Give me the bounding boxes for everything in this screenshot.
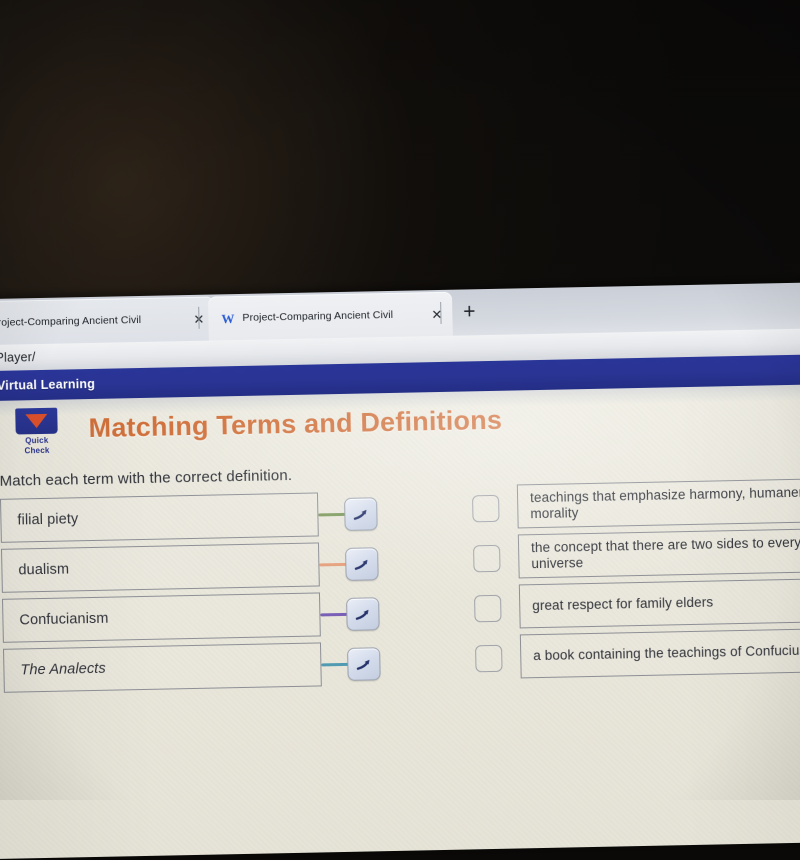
browser-tab-2[interactable]: W Project-Comparing Ancient Civil ✕	[207, 291, 453, 341]
lesson-body: Quick Check Matching Terms and Definitio…	[0, 383, 800, 860]
page-title: Matching Terms and Definitions	[88, 404, 503, 444]
arrow-up-right-icon	[354, 559, 368, 570]
down-triangle-icon	[25, 413, 48, 429]
quick-check-badge: Quick Check	[12, 407, 61, 457]
course-title: hester 1 Virtual Learning	[0, 376, 96, 394]
term-label: dualism	[18, 561, 70, 579]
instruction-text: Match each term with the correct definit…	[0, 466, 293, 490]
word-icon: W	[220, 311, 235, 326]
definition-text: great respect for family elders	[532, 594, 714, 614]
definition-row: great respect for family elders	[474, 575, 800, 633]
terms-column: filial piety dualism Confucianism The An…	[0, 490, 381, 697]
term-label: The Analects	[20, 660, 106, 679]
arrow-up-right-icon	[355, 609, 369, 620]
definition-checkbox-1[interactable]	[472, 494, 500, 523]
quick-check-label: Quick Check	[13, 436, 61, 457]
quick-check-icon-box	[15, 407, 58, 435]
definitions-column: teachings that emphasize harmony, humane…	[472, 475, 800, 683]
term-box-2[interactable]: dualism	[1, 542, 320, 593]
match-arrow-button-4[interactable]	[347, 647, 381, 681]
definition-checkbox-4[interactable]	[475, 644, 503, 673]
browser-tab-1[interactable]: Project-Comparing Ancient Civil ✕	[0, 296, 215, 346]
definition-text: the concept that there are two sides to …	[530, 533, 800, 572]
match-arrow-button-3[interactable]	[346, 597, 380, 631]
term-label: filial piety	[17, 511, 79, 529]
arrow-up-right-icon	[356, 659, 370, 670]
term-row: dualism	[1, 540, 379, 597]
svg-text:W: W	[221, 311, 234, 326]
term-box-4[interactable]: The Analects	[3, 642, 322, 693]
term-box-1[interactable]: filial piety	[0, 492, 319, 543]
close-icon[interactable]: ✕	[429, 306, 444, 321]
definition-box-2[interactable]: the concept that there are two sides to …	[517, 526, 800, 579]
matching-exercise: filial piety dualism Confucianism The An…	[0, 475, 800, 744]
term-label: Confucianism	[19, 610, 109, 629]
term-row: The Analects	[3, 640, 381, 697]
address-bar-url: uity.com/Player/	[0, 350, 36, 366]
definition-checkbox-2[interactable]	[473, 544, 501, 573]
browser-tab-1-title: Project-Comparing Ancient Civil	[0, 313, 142, 329]
term-row: Confucianism	[2, 590, 380, 647]
definition-text: teachings that emphasize harmony, humane…	[529, 484, 800, 522]
monitor-screen-area: Project-Comparing Ancient Civil ✕ W Proj…	[0, 281, 800, 860]
definition-box-4[interactable]: a book containing the teachings of Confu…	[519, 626, 800, 679]
term-box-3[interactable]: Confucianism	[2, 592, 321, 643]
new-tab-button[interactable]: +	[456, 299, 483, 326]
definition-row: the concept that there are two sides to …	[473, 525, 800, 583]
term-row: filial piety	[0, 490, 378, 547]
definition-row: a book containing the teachings of Confu…	[475, 625, 800, 683]
browser-tab-2-title: Project-Comparing Ancient Civil	[242, 308, 394, 324]
definition-box-1[interactable]: teachings that emphasize harmony, humane…	[516, 476, 800, 529]
quick-check-label-line2: Check	[24, 445, 50, 456]
definition-row: teachings that emphasize harmony, humane…	[472, 475, 800, 533]
definition-box-3[interactable]: great respect for family elders	[518, 576, 800, 629]
definition-checkbox-3[interactable]	[474, 594, 502, 623]
definition-text: a book containing the teachings of Confu…	[533, 642, 800, 664]
arrow-up-right-icon	[353, 509, 367, 520]
match-arrow-button-1[interactable]	[344, 497, 378, 531]
match-arrow-button-2[interactable]	[345, 547, 379, 581]
